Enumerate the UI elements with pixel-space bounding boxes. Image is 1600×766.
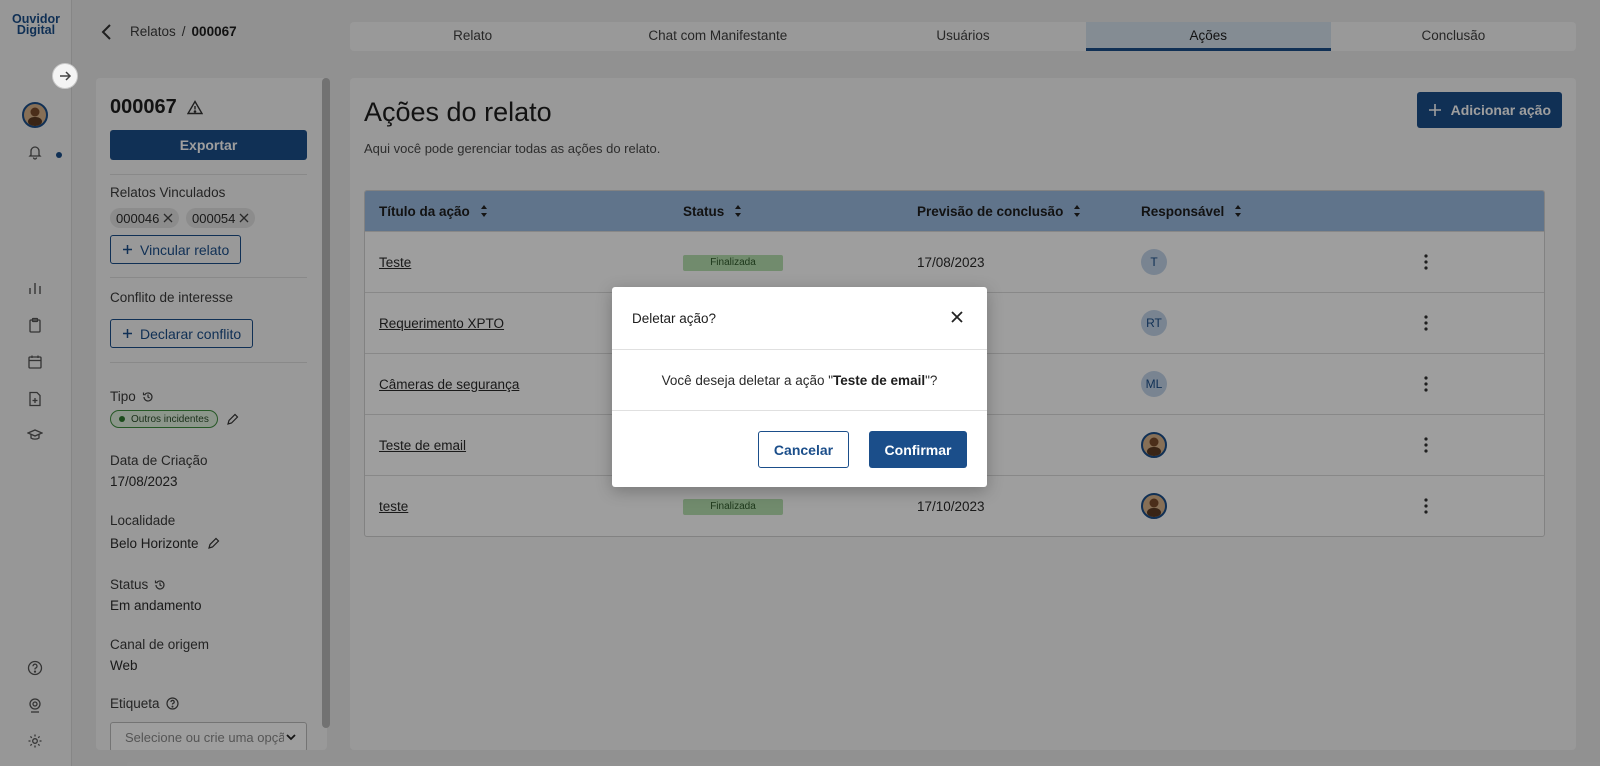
cancel-button[interactable]: Cancelar <box>758 431 849 468</box>
dialog-message-action-name: Teste de email <box>833 372 926 388</box>
dialog-message-suffix: "? <box>925 372 938 388</box>
close-icon <box>951 311 963 323</box>
confirm-button[interactable]: Confirmar <box>869 431 967 468</box>
expand-rail-button[interactable] <box>52 63 78 89</box>
dialog-message-prefix: Você deseja deletar a ação " <box>661 372 834 388</box>
delete-action-dialog: Deletar ação? Você deseja deletar a ação… <box>612 287 987 487</box>
arrow-right-icon <box>60 71 72 81</box>
close-dialog-button[interactable] <box>949 309 965 325</box>
dialog-title: Deletar ação? <box>632 311 717 326</box>
dialog-divider <box>612 410 987 411</box>
dialog-message: Você deseja deletar a ação " Teste de ema… <box>612 350 987 410</box>
